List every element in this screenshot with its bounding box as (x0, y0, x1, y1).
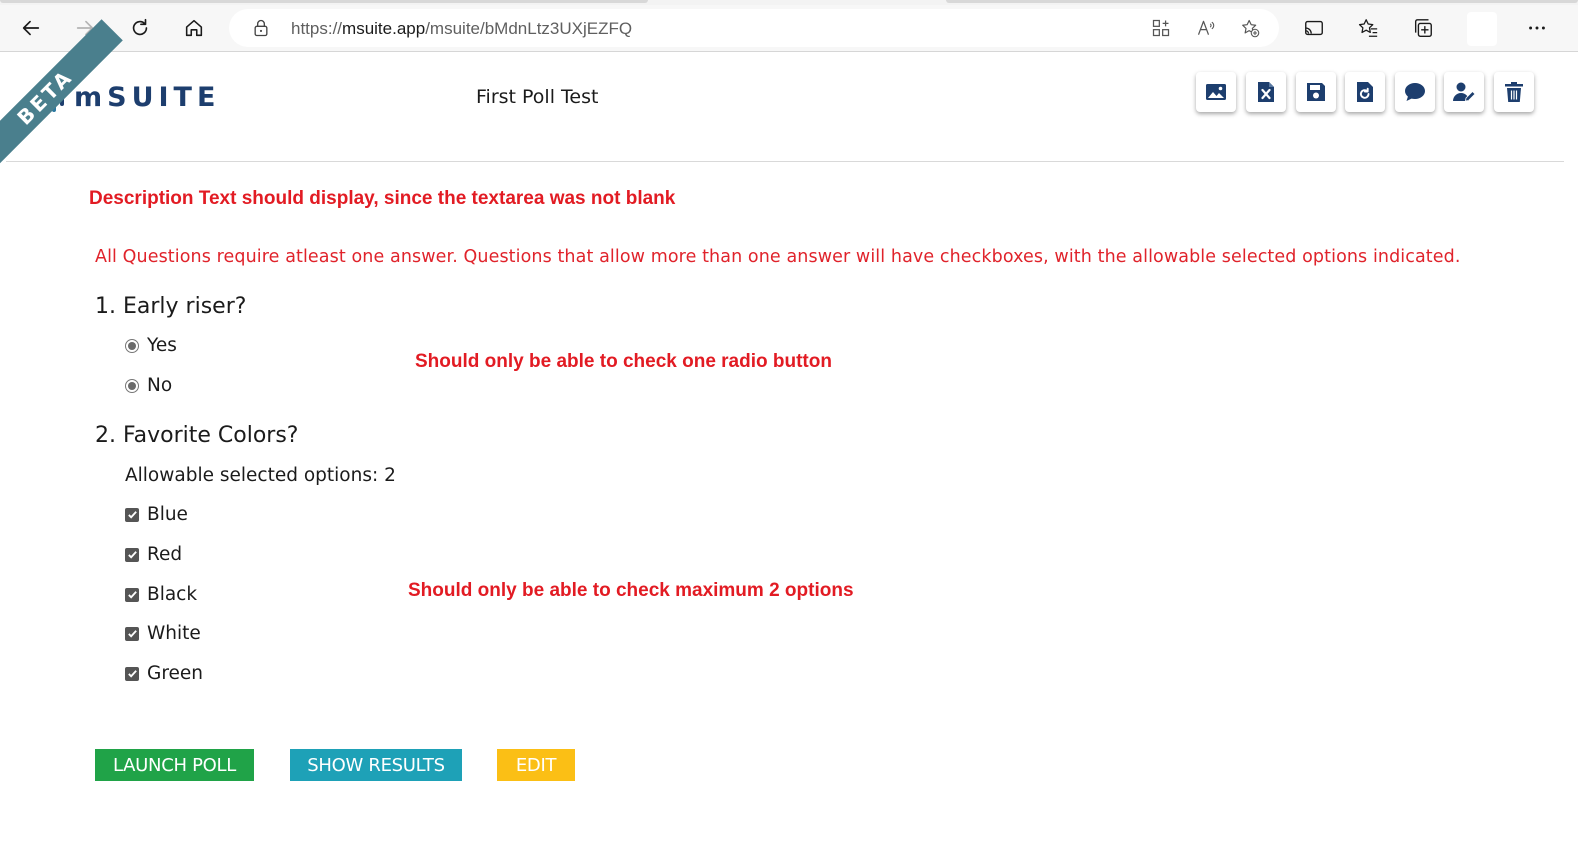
logo-text: mSUITE (74, 81, 221, 113)
read-aloud-icon (1197, 20, 1215, 35)
checkbox[interactable] (125, 626, 139, 641)
option-label: Yes (147, 335, 177, 356)
tab[interactable] (946, 0, 1578, 3)
url-text[interactable]: https://msuite.app/msuite/bMdnLtz3UXjEZF… (291, 19, 632, 39)
excel-export-icon (1258, 82, 1274, 102)
lock-icon[interactable] (251, 18, 271, 38)
collections-icon (1414, 19, 1432, 37)
checkbox[interactable] (125, 547, 139, 562)
checkbox-option-white[interactable]: White (125, 623, 201, 644)
checkbox-note: Should only be able to check maximum 2 o… (408, 580, 854, 601)
question-1-title: 1. Early riser? (95, 294, 247, 319)
comment-button[interactable] (1395, 72, 1435, 112)
url-prefix: https:// (291, 19, 343, 38)
edit-user-button[interactable] (1444, 72, 1484, 112)
back-button[interactable] (14, 11, 48, 45)
checkbox-option-black[interactable]: Black (125, 584, 197, 605)
settings-menu-button[interactable] (1520, 11, 1554, 45)
checkmark-icon (127, 511, 137, 519)
instructions-text: All Questions require atleast one answer… (95, 247, 1461, 267)
comment-icon (1405, 83, 1425, 101)
checkbox-option-red[interactable]: Red (125, 544, 182, 565)
option-label: No (147, 375, 173, 396)
save-button[interactable] (1296, 72, 1336, 112)
add-favorite-button[interactable] (1239, 17, 1261, 39)
checkmark-icon (127, 591, 137, 599)
reset-icon (1357, 82, 1373, 102)
checkbox[interactable] (125, 666, 139, 681)
tab[interactable] (0, 0, 648, 3)
edit-button[interactable]: EDIT (497, 749, 575, 781)
user-edit-icon (1453, 82, 1476, 102)
option-label: Blue (147, 504, 188, 525)
image-icon (1206, 84, 1226, 100)
checkbox-option-green[interactable]: Green (125, 663, 203, 684)
allowable-options-text: Allowable selected options: 2 (125, 465, 396, 486)
cast-icon (1305, 20, 1323, 36)
radio-button[interactable] (125, 378, 139, 393)
favorites-button[interactable] (1351, 11, 1385, 45)
option-label: Red (147, 544, 183, 565)
checkmark-icon (127, 630, 137, 638)
home-button[interactable] (177, 11, 211, 45)
back-arrow-icon (22, 20, 40, 36)
url-path: /msuite/bMdnLtz3UXjEZFQ (425, 19, 633, 38)
apps-icon (1152, 19, 1170, 37)
image-button[interactable] (1196, 72, 1236, 112)
description-note: Description Text should display, since t… (89, 188, 676, 209)
app-available-button[interactable] (1150, 17, 1172, 39)
address-bar[interactable]: https://msuite.app/msuite/bMdnLtz3UXjEZF… (229, 9, 1279, 47)
checkbox[interactable] (125, 507, 139, 522)
option-label: White (147, 623, 201, 644)
favorites-icon (1358, 19, 1378, 37)
header-divider (6, 161, 1564, 162)
show-results-button[interactable]: SHOW RESULTS (290, 749, 462, 781)
refresh-button[interactable] (123, 11, 157, 45)
radio-note: Should only be able to check one radio b… (415, 351, 832, 372)
collections-button[interactable] (1406, 11, 1440, 45)
radio-option-no[interactable]: No (125, 375, 172, 396)
checkbox[interactable] (125, 587, 139, 602)
export-excel-button[interactable] (1246, 72, 1286, 112)
url-domain: msuite.app (342, 19, 426, 38)
delete-button[interactable] (1494, 72, 1534, 112)
launch-poll-button[interactable]: LAUNCH POLL (95, 749, 254, 781)
browser-toolbar: https://msuite.app/msuite/bMdnLtz3UXjEZF… (0, 5, 1578, 52)
home-icon (185, 19, 203, 37)
option-label: Black (147, 584, 198, 605)
cast-button[interactable] (1297, 11, 1331, 45)
checkmark-icon (127, 670, 137, 678)
reset-button[interactable] (1345, 72, 1385, 112)
profile-button[interactable] (1467, 12, 1497, 46)
radio-button[interactable] (125, 338, 139, 353)
checkmark-icon (127, 551, 137, 559)
more-icon (1529, 26, 1545, 30)
checkbox-option-blue[interactable]: Blue (125, 504, 188, 525)
option-label: Green (147, 663, 204, 684)
refresh-icon (132, 18, 148, 36)
save-icon (1307, 83, 1325, 101)
read-aloud-button[interactable] (1195, 17, 1217, 39)
question-2-title: 2. Favorite Colors? (95, 423, 299, 448)
radio-option-yes[interactable]: Yes (125, 335, 177, 356)
trash-icon (1505, 82, 1523, 102)
poll-title: First Poll Test (476, 86, 599, 108)
star-add-icon (1242, 19, 1260, 38)
